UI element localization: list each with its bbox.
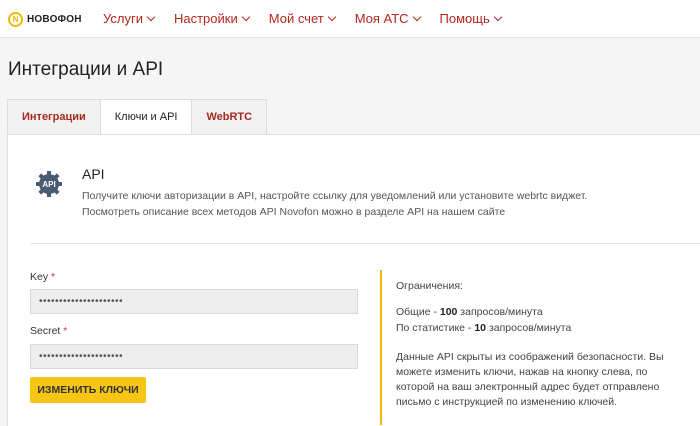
api-desc-line: Получите ключи авторизации в API, настро… (82, 190, 588, 202)
api-keys-panel: API API Получите ключи авторизации в API… (7, 134, 700, 426)
nav-item-settings[interactable]: Настройки (173, 11, 250, 26)
chevron-down-icon (327, 12, 336, 21)
novofon-logo[interactable]: N НОВОФОН (8, 10, 82, 28)
api-description: Получите ключи авторизации в API, настро… (82, 188, 587, 220)
limits-note-line: Данные API скрыты из соображений безопас… (396, 351, 664, 363)
nav-label: Моя АТС (354, 11, 409, 26)
logo-text: НОВОФОН (27, 13, 82, 25)
change-keys-button[interactable]: ИЗМЕНИТЬ КЛЮЧИ (30, 377, 146, 403)
chevron-down-icon (146, 12, 156, 21)
tab-bar: Интеграции Ключи и API WebRTC (7, 99, 268, 136)
tab-integrations[interactable]: Интеграции (7, 99, 101, 135)
nav-label: Настройки (173, 11, 238, 26)
page-title: Интеграции и API (8, 59, 164, 80)
nav-label: Помощь (439, 11, 490, 26)
chevron-down-icon (493, 12, 503, 21)
key-field[interactable]: ••••••••••••••••••••• (30, 289, 358, 314)
limits-general-suffix: запросов/минута (457, 306, 543, 318)
api-heading: API (82, 166, 105, 182)
secret-label: Secret * (30, 325, 67, 337)
limits-accent-line (380, 270, 382, 425)
limits-general-value: 100 (439, 306, 458, 318)
limits-stats-prefix: По статистике - (396, 322, 475, 334)
chevron-down-icon (412, 12, 421, 21)
chevron-down-icon (241, 12, 250, 21)
nav-label: Услуги (103, 11, 143, 26)
limits-note-line: письмо с инструкцией по изменению ключей… (396, 396, 618, 408)
api-icon-text: API (42, 180, 55, 189)
api-gear-icon: API (36, 171, 62, 197)
limits-general-prefix: Общие - (396, 306, 440, 318)
nav-item-help[interactable]: Помощь (439, 11, 503, 26)
limits-note-line: которой на ваш электронный адрес будет о… (396, 381, 660, 393)
limits-general: Общие - 100 запросов/минута (396, 305, 543, 320)
secret-label-text: Secret (30, 325, 61, 337)
key-label-text: Key (30, 271, 49, 283)
limits-note-line: можете изменить ключи, нажав на кнопку с… (396, 366, 648, 378)
limits-note: Данные API скрыты из соображений безопас… (396, 350, 664, 410)
required-mark: * (51, 271, 56, 283)
top-navbar: N НОВОФОН Услуги Настройки Мой счет Моя … (0, 0, 700, 38)
limits-title: Ограничения: (396, 280, 463, 292)
tab-webrtc[interactable]: WebRTC (191, 99, 268, 135)
divider (30, 243, 700, 244)
api-desc-line: Посмотреть описание всех методов API Nov… (82, 206, 506, 218)
nav-item-account[interactable]: Мой счет (268, 11, 336, 26)
tab-keys-api[interactable]: Ключи и API (99, 99, 193, 136)
logo-badge-icon: N (8, 11, 23, 27)
limits-stats: По статистике - 10 запросов/минута (396, 321, 571, 336)
key-label: Key * (30, 271, 55, 283)
nav-item-pbx[interactable]: Моя АТС (354, 11, 421, 26)
nav-label: Мой счет (268, 11, 324, 26)
required-mark: * (63, 325, 68, 337)
nav-item-services[interactable]: Услуги (103, 11, 156, 26)
limits-stats-value: 10 (474, 322, 487, 334)
secret-field[interactable]: ••••••••••••••••••••• (30, 344, 358, 369)
main-nav: Услуги Настройки Мой счет Моя АТС Помощь (103, 11, 521, 26)
limits-stats-suffix: запросов/минута (486, 322, 572, 334)
